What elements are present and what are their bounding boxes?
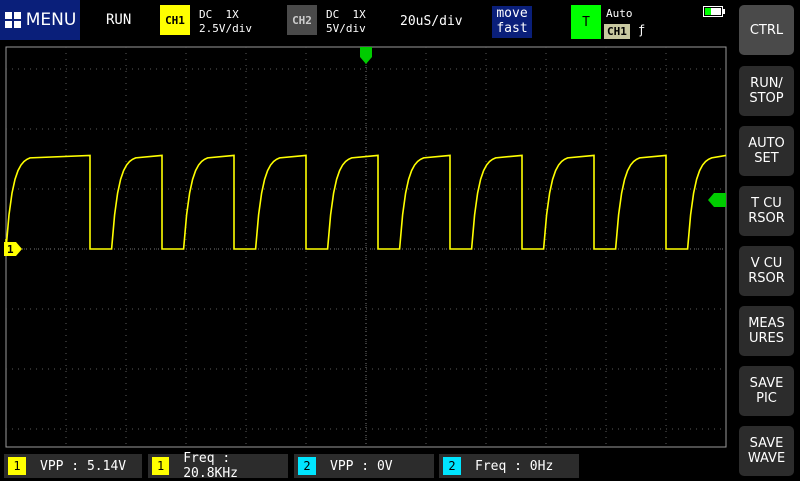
measure-value: Freq : 20.8KHz	[183, 451, 239, 481]
trigger-level-marker[interactable]	[708, 193, 726, 207]
volt-cursor-button[interactable]: V CU RSOR	[739, 246, 794, 296]
measure-ch1-freq[interactable]: 1 Freq : 20.8KHz	[148, 451, 288, 481]
ch1-info: DC 1X 2.5V/div	[199, 8, 252, 36]
measure-ch2-vpp[interactable]: 2 VPP : 0V	[294, 454, 434, 478]
move-speed-button[interactable]: move fast	[492, 6, 532, 38]
ch1-waveform	[5, 154, 727, 250]
auto-set-button[interactable]: AUTO SET	[739, 126, 794, 176]
ch1-offset-marker[interactable]: 1	[4, 242, 22, 256]
trigger-badge[interactable]: T	[571, 5, 601, 39]
measure-value: VPP : 5.14V	[40, 458, 127, 474]
graticule	[5, 46, 727, 448]
ch1-badge[interactable]: CH1	[160, 5, 190, 35]
ch1-scale: 2.5V/div	[199, 22, 252, 35]
run-stop-button[interactable]: RUN/ STOP	[739, 66, 794, 116]
ch1-coupling: DC 1X	[199, 8, 239, 21]
ch1-marker-label: 1	[7, 243, 14, 256]
save-pic-button[interactable]: SAVE PIC	[739, 366, 794, 416]
ch2-badge[interactable]: CH2	[287, 5, 317, 35]
measure-value: VPP : 0V	[330, 458, 393, 474]
menu-label: MENU	[25, 10, 77, 30]
ch2-scale: 5V/div	[326, 22, 366, 35]
measure-value: Freq : 0Hz	[475, 458, 554, 474]
channel-badge: 1	[152, 457, 170, 475]
time-cursor-button[interactable]: T CU RSOR	[739, 186, 794, 236]
run-status: RUN	[106, 12, 132, 28]
measure-ch1-vpp[interactable]: 1 VPP : 5.14V	[4, 454, 142, 478]
ch2-info: DC 1X 5V/div	[326, 8, 366, 36]
channel-badge: 1	[8, 457, 26, 475]
move-speed-label: fast	[496, 21, 528, 36]
waveform-display[interactable]: 1	[4, 45, 728, 449]
ch2-coupling: DC 1X	[326, 8, 366, 21]
rising-edge-icon: ƒ	[638, 23, 646, 37]
trigger-mode: Auto	[606, 7, 633, 20]
trigger-position-marker[interactable]	[360, 47, 372, 64]
measure-ch2-freq[interactable]: 2 Freq : 0Hz	[439, 454, 579, 478]
measures-button[interactable]: MEAS URES	[739, 306, 794, 356]
ctrl-button[interactable]: CTRL	[739, 5, 794, 55]
timebase[interactable]: 20uS/div	[400, 14, 463, 29]
trigger-source: CH1	[604, 24, 630, 39]
save-wave-button[interactable]: SAVE WAVE	[739, 426, 794, 476]
channel-badge: 2	[298, 457, 316, 475]
grid-icon	[4, 12, 21, 28]
battery-icon	[703, 6, 725, 17]
move-label: move	[496, 6, 528, 21]
menu-button[interactable]: MENU	[0, 0, 80, 40]
channel-badge: 2	[443, 457, 461, 475]
